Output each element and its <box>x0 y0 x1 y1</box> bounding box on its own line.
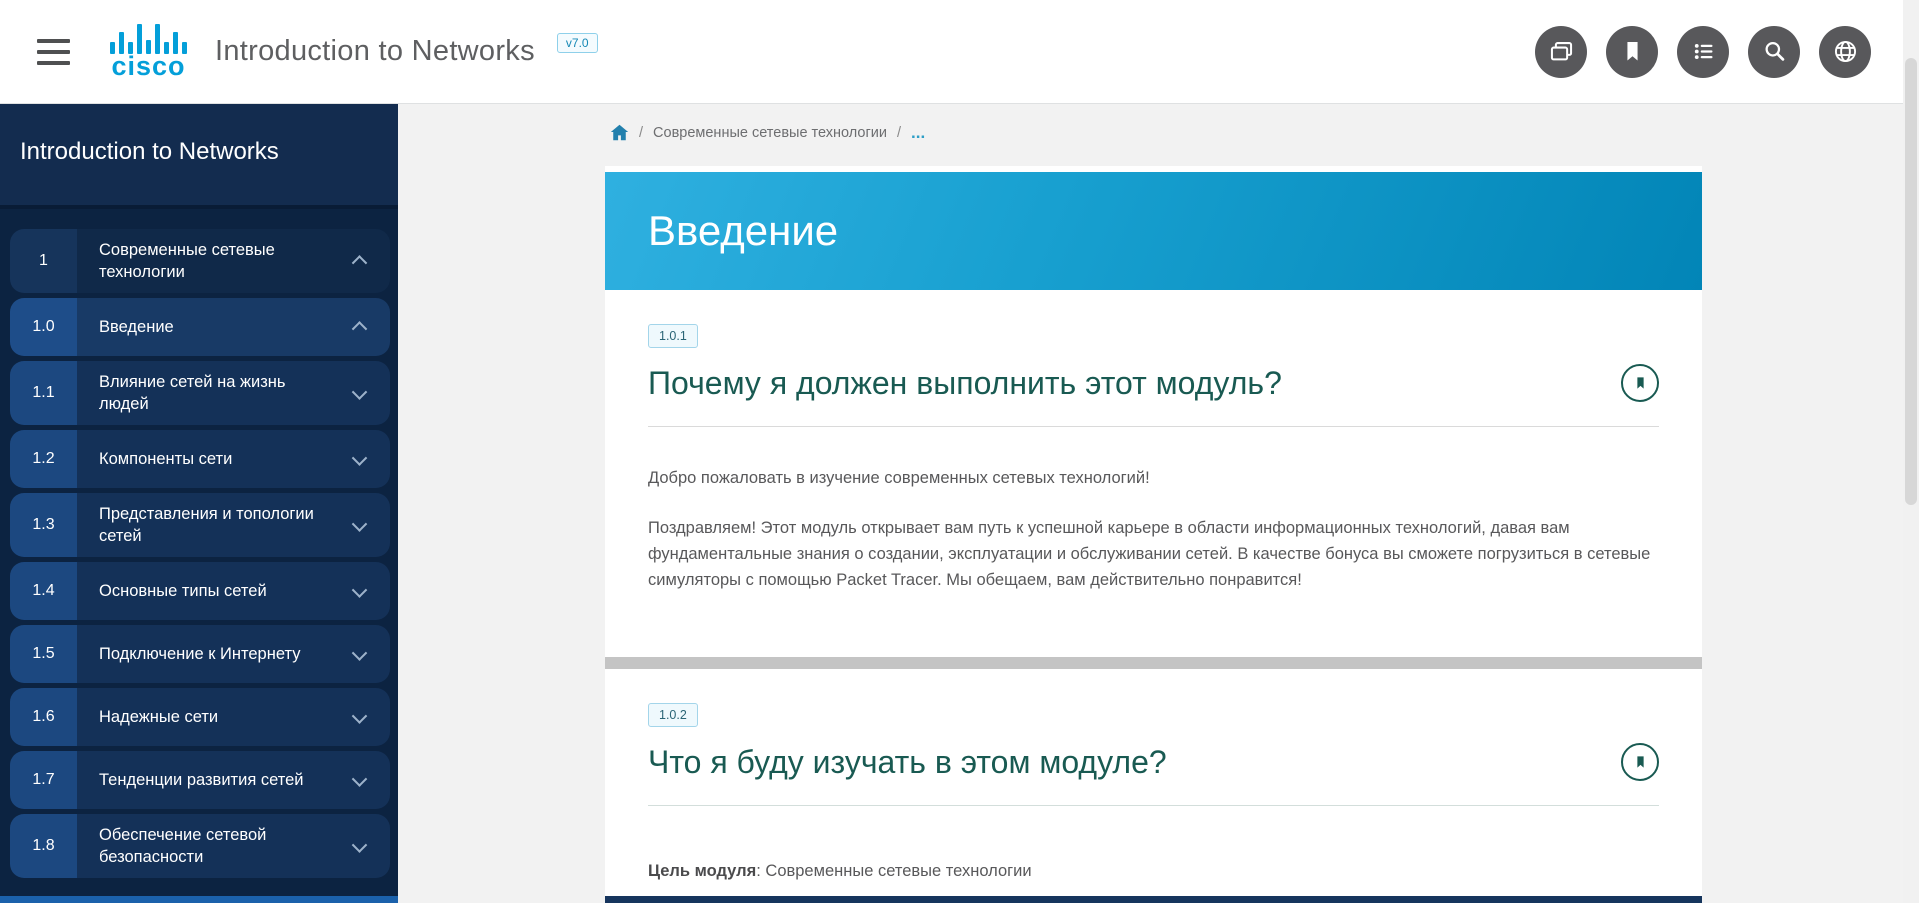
nav-item-label: Представления и топологии сетей <box>99 503 339 547</box>
main-content: / Современные сетевые технологии / ... В… <box>398 104 1919 903</box>
paragraph: Добро пожаловать в изучение современных … <box>648 465 1659 491</box>
banner-title: Введение <box>605 207 838 255</box>
nav-item-label: Основные типы сетей <box>99 580 267 602</box>
bookmark-icon <box>1619 38 1646 65</box>
app-header: cisco Introduction to Networks v7.0 <box>0 0 1919 104</box>
sidebar-nav-item[interactable]: 1.6 Надежные сети <box>10 688 390 746</box>
nav-item-label: Введение <box>99 316 174 338</box>
bookmark-icon <box>1633 754 1648 770</box>
scrollbar-thumb[interactable] <box>1905 58 1917 505</box>
bookmark-icon <box>1633 375 1648 391</box>
search-icon <box>1761 38 1788 65</box>
nav-item-number: 1.5 <box>10 625 77 683</box>
page-scrollbar[interactable] <box>1903 0 1919 903</box>
nav-item-number: 1 <box>10 229 77 293</box>
sidebar-nav-item[interactable]: 1.5 Подключение к Интернету <box>10 625 390 683</box>
cisco-logo-bars-icon <box>110 23 187 54</box>
chevron-icon <box>351 321 367 337</box>
list-icon <box>1690 38 1717 65</box>
sidebar-nav: 1 Современные сетевые технологии 1.0 Вве… <box>0 209 398 878</box>
nav-item-label: Компоненты сети <box>99 448 232 470</box>
globe-icon <box>1832 38 1859 65</box>
nav-item-number: 1.2 <box>10 430 77 488</box>
topic-section-1: 1.0.1 Почему я должен выполнить этот мод… <box>605 290 1702 617</box>
module-goal-text: : Современные сетевые технологии <box>756 862 1031 880</box>
sidebar-nav-item[interactable]: 1.2 Компоненты сети <box>10 430 390 488</box>
course-sidebar: Introduction to Networks 1 Современные с… <box>0 104 398 903</box>
paragraph: Поздравляем! Этот модуль открывает вам п… <box>648 515 1659 593</box>
sidebar-nav-item[interactable]: 1.8 Обеспечение сетевой безопасности <box>10 814 390 878</box>
topic-badge: 1.0.2 <box>648 703 698 727</box>
module-goal-label: Цель модуля <box>648 862 756 880</box>
sidebar-nav-item[interactable]: 1.0 Введение <box>10 298 390 356</box>
sidebar-bottom-strip <box>0 896 398 903</box>
bookmark-topic-button[interactable] <box>1621 364 1659 402</box>
section-separator-bar <box>605 657 1702 669</box>
chevron-icon <box>351 384 367 400</box>
nav-item-number: 1.4 <box>10 562 77 620</box>
nav-item-label: Влияние сетей на жизнь людей <box>99 371 339 415</box>
nav-item-label: Надежные сети <box>99 706 218 728</box>
breadcrumb: / Современные сетевые технологии / ... <box>610 124 925 141</box>
sidebar-nav-item[interactable]: 1.4 Основные типы сетей <box>10 562 390 620</box>
sidebar-nav-item[interactable]: 1.3 Представления и топологии сетей <box>10 493 390 557</box>
heading-divider <box>648 426 1659 427</box>
nav-item-label: Подключение к Интернету <box>99 643 300 665</box>
breadcrumb-ellipsis[interactable]: ... <box>911 128 925 138</box>
cisco-logo[interactable]: cisco <box>110 23 187 80</box>
chevron-icon <box>351 645 367 661</box>
nav-item-number: 1.6 <box>10 688 77 746</box>
breadcrumb-separator: / <box>897 125 901 141</box>
nav-item-label: Современные сетевые технологии <box>99 239 339 283</box>
heading-divider <box>648 805 1659 806</box>
sidebar-nav-item[interactable]: 1.7 Тенденции развития сетей <box>10 751 390 809</box>
nav-item-number: 1.7 <box>10 751 77 809</box>
hamburger-menu-icon[interactable] <box>37 39 70 65</box>
nav-item-number: 1.1 <box>10 361 77 425</box>
chevron-icon <box>351 837 367 853</box>
topic-badge: 1.0.1 <box>648 324 698 348</box>
nav-item-number: 1.3 <box>10 493 77 557</box>
nav-item-label: Тенденции развития сетей <box>99 769 303 791</box>
topic-heading: Что я буду изучать в этом модуле? <box>648 744 1167 781</box>
contents-list-button[interactable] <box>1677 26 1729 78</box>
language-button[interactable] <box>1819 26 1871 78</box>
bookmark-topic-button[interactable] <box>1621 743 1659 781</box>
slides-button[interactable] <box>1535 26 1587 78</box>
cisco-logo-text: cisco <box>111 54 185 80</box>
bookmarks-button[interactable] <box>1606 26 1658 78</box>
lesson-card: Введение 1.0.1 Почему я должен выполнить… <box>605 166 1702 903</box>
sidebar-nav-item[interactable]: 1 Современные сетевые технологии <box>10 229 390 293</box>
nav-item-label: Обеспечение сетевой безопасности <box>99 824 339 868</box>
nav-item-number: 1.0 <box>10 298 77 356</box>
chevron-icon <box>351 450 367 466</box>
topic-section-2: 1.0.2 Что я буду изучать в этом модуле? … <box>605 669 1702 881</box>
module-goal: Цель модуля: Современные сетевые техноло… <box>648 862 1659 881</box>
breadcrumb-module-link[interactable]: Современные сетевые технологии <box>653 125 887 141</box>
chevron-icon <box>351 582 367 598</box>
breadcrumb-separator: / <box>639 125 643 141</box>
slides-icon <box>1548 38 1575 65</box>
topic-heading: Почему я должен выполнить этот модуль? <box>648 365 1282 402</box>
sidebar-course-title: Introduction to Networks <box>0 104 398 209</box>
header-toolbar <box>1535 26 1871 78</box>
search-button[interactable] <box>1748 26 1800 78</box>
chevron-icon <box>351 516 367 532</box>
card-bottom-strip <box>605 896 1702 903</box>
version-badge: v7.0 <box>557 33 598 53</box>
nav-item-number: 1.8 <box>10 814 77 878</box>
chevron-icon <box>351 771 367 787</box>
home-icon[interactable] <box>610 124 629 141</box>
sidebar-nav-item[interactable]: 1.1 Влияние сетей на жизнь людей <box>10 361 390 425</box>
chevron-icon <box>351 708 367 724</box>
course-title: Introduction to Networks <box>215 35 535 68</box>
chevron-icon <box>351 255 367 271</box>
section-banner: Введение <box>605 172 1702 290</box>
